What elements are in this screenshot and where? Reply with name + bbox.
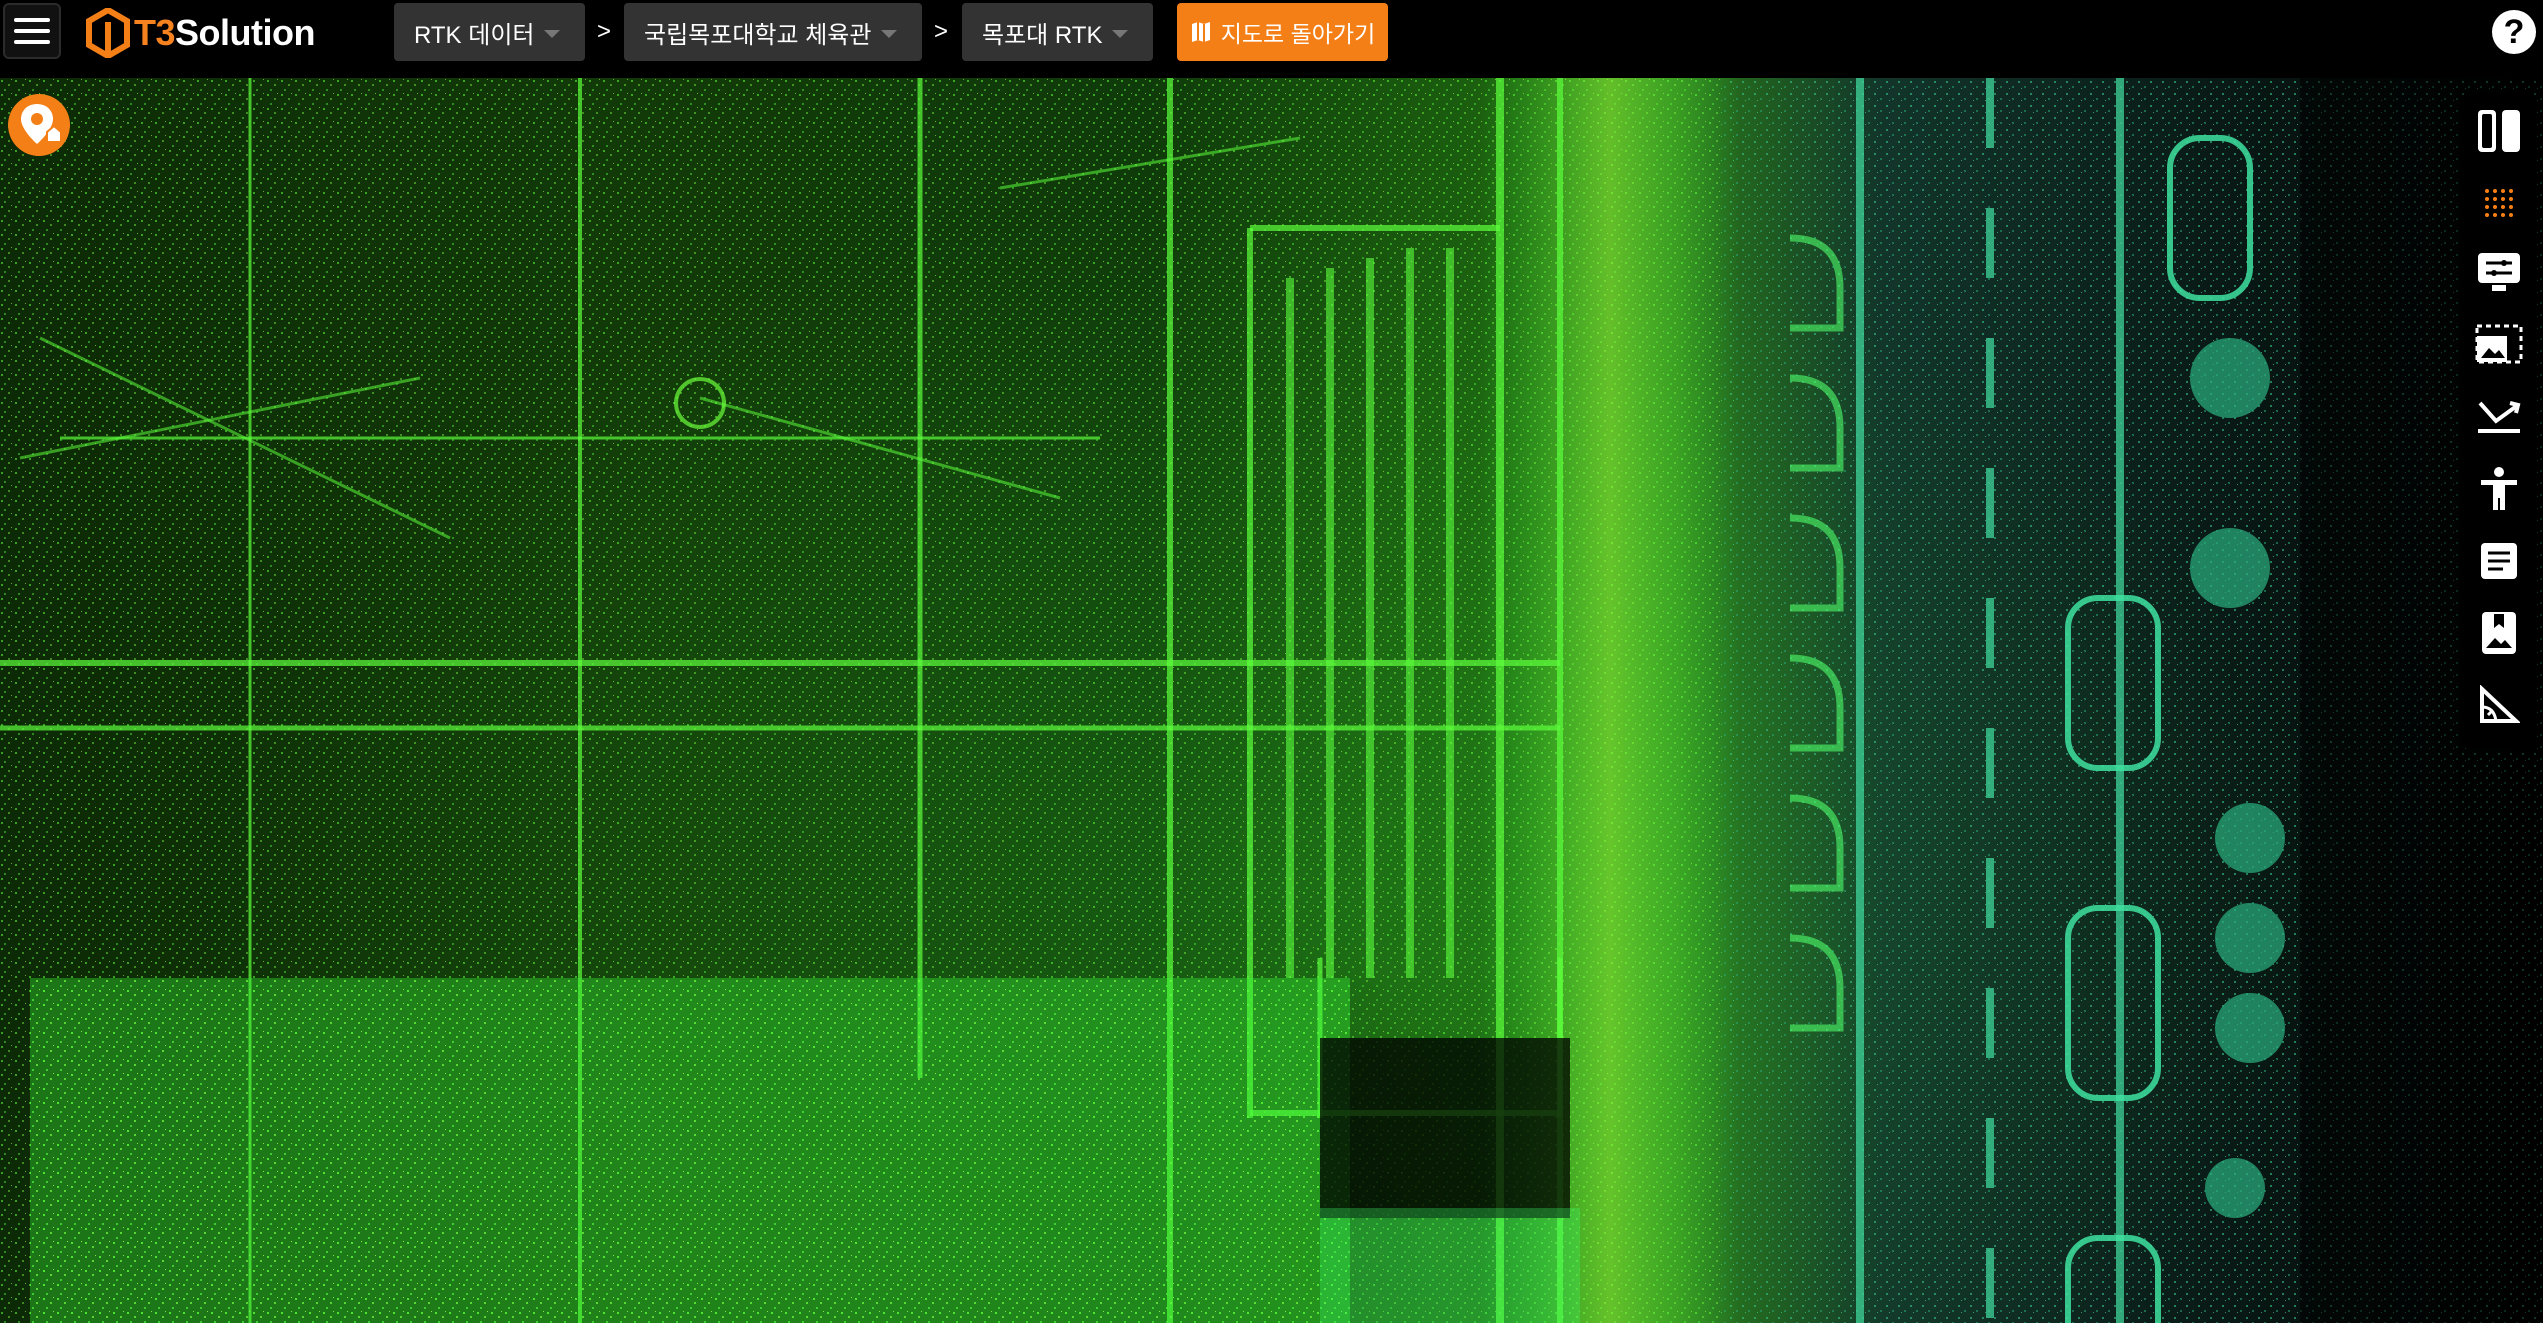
split-view-button[interactable]: [2469, 101, 2529, 161]
logo-cube-icon: [86, 8, 130, 58]
split-view-icon: [2478, 110, 2520, 152]
chevron-down-icon: [881, 30, 898, 38]
breadcrumb-label: 목포대 RTK: [982, 21, 1103, 49]
chevron-down-icon: [544, 30, 561, 38]
document-icon: [2481, 543, 2517, 579]
image-region-button[interactable]: [2469, 315, 2529, 375]
logo-suffix: Solution: [175, 12, 315, 53]
hamburger-line: [14, 40, 50, 44]
map-icon: [1191, 22, 1210, 42]
image-region-icon: [2475, 324, 2523, 364]
breadcrumb-label: RTK 데이터: [414, 21, 535, 49]
monitor-settings-icon: [2478, 253, 2520, 291]
top-bar: T3Solution RTK 데이터 > 국립목포대학교 체육관 > 목포대 R…: [0, 0, 2543, 78]
logo-prefix: T3: [134, 12, 176, 53]
breadcrumb-project[interactable]: 목포대 RTK: [962, 3, 1153, 61]
person-view-button[interactable]: [2469, 459, 2529, 519]
bookmark-image-icon: [2482, 612, 2516, 654]
display-settings-button[interactable]: [2469, 243, 2529, 303]
back-to-map-label: 지도로 돌아가기: [1220, 21, 1376, 47]
point-cloud-icon: [2485, 189, 2513, 217]
hamburger-line: [14, 29, 50, 33]
map-pin-home-icon: [21, 104, 61, 144]
person-icon: [2481, 467, 2517, 510]
measure-angle-button[interactable]: [2469, 675, 2529, 735]
menu-button[interactable]: [3, 3, 61, 59]
breadcrumb-site[interactable]: 국립목포대학교 체육관: [624, 3, 922, 61]
hamburger-line: [14, 18, 50, 22]
point-cloud-button[interactable]: [2469, 173, 2529, 233]
app-logo[interactable]: T3Solution: [86, 6, 315, 60]
breadcrumb-separator: >: [597, 18, 612, 45]
help-button[interactable]: ?: [2492, 10, 2536, 54]
breadcrumb-label: 국립목포대학교 체육관: [644, 21, 872, 49]
back-to-map-button[interactable]: 지도로 돌아가기: [1177, 3, 1388, 61]
help-icon: ?: [2503, 12, 2525, 51]
chevron-down-icon: [1112, 30, 1129, 38]
logo-text: T3Solution: [134, 12, 315, 54]
crop-angle-icon: [2478, 401, 2521, 433]
bookmark-image-button[interactable]: [2469, 603, 2529, 663]
point-cloud-viewer[interactable]: [0, 78, 2543, 1323]
location-home-button[interactable]: [8, 94, 70, 156]
breadcrumb-separator: >: [934, 18, 949, 45]
document-button[interactable]: [2469, 531, 2529, 591]
point-cloud-scene: [0, 78, 2543, 1323]
viewer-toolbar: [2461, 93, 2536, 749]
measure-angle-icon: [2480, 685, 2520, 723]
crop-angle-button[interactable]: [2469, 387, 2529, 447]
breadcrumb-dataset[interactable]: RTK 데이터: [394, 3, 585, 61]
